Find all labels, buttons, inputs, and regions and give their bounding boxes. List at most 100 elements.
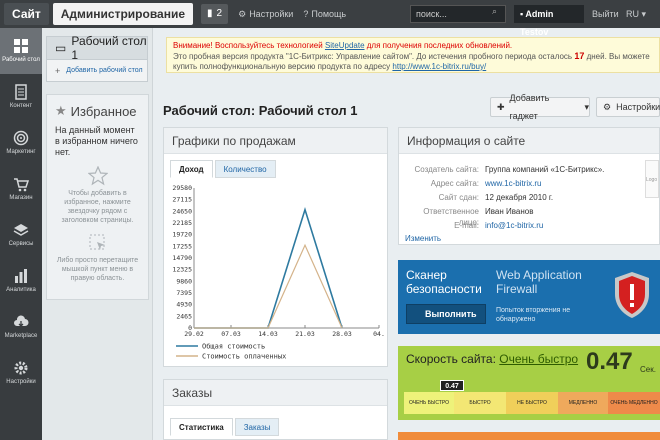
y-tick-label: 17255 (172, 242, 192, 250)
tab-statistics[interactable]: Статистика (170, 418, 233, 436)
settings-link[interactable]: ⚙ Настройки (238, 9, 293, 20)
y-tick-label: 7395 (176, 289, 192, 297)
gear-icon: ⚙ (238, 8, 247, 19)
sidebar-item-label: Аналитика (6, 287, 36, 293)
x-tick-label: 28.03 (332, 330, 352, 338)
info-row: Сайт сдан: 12 декабря 2010 г. (405, 192, 655, 203)
speed-segment: БЫСТРО (454, 392, 506, 414)
document-icon (13, 84, 29, 100)
gadget-title[interactable]: Заказы (164, 380, 387, 406)
info-value: Иван Иванов (485, 207, 534, 216)
sales-line-chart: 0246549307395986012325147901725519720221… (172, 184, 385, 361)
sidebar-item-analytics[interactable]: Аналитика (0, 258, 42, 304)
tab-orders[interactable]: Заказы (234, 418, 280, 436)
speed-label: Скорость сайта: (406, 352, 496, 366)
notice-warning-end: для получения последних обновлений. (366, 41, 513, 50)
plus-circle-icon: ✚ (497, 102, 505, 112)
buy-link[interactable]: http://www.1c-bitrix.ru/buy/ (392, 62, 486, 71)
tab-income[interactable]: Доход (170, 160, 213, 178)
notifications-button[interactable]: ▮ 2 (201, 4, 229, 24)
plus-icon: + (55, 65, 61, 76)
star-icon: ★ (55, 103, 67, 118)
sidebar-item-desktop[interactable]: Рабочий стол (0, 28, 42, 74)
search-icon[interactable]: ⌕ (492, 6, 504, 20)
legend-label: Стоимость оплаченных (202, 353, 286, 361)
site-button[interactable]: Сайт (4, 3, 49, 25)
drag-icon (47, 233, 148, 256)
cart-icon (13, 176, 29, 192)
user-menu[interactable]: ▪ Admin Testov (514, 5, 584, 37)
shield-icon (615, 272, 649, 318)
sidebar-item-settings[interactable]: Настройки (0, 350, 42, 396)
sidebar-item-marketing[interactable]: Маркетинг (0, 120, 42, 166)
desktop-item[interactable]: ▭ Рабочий стол 1 (46, 34, 148, 62)
trial-notice: Внимание! Воспользуйтесь технологией Sit… (166, 37, 660, 73)
speed-status-link[interactable]: Очень быстро (499, 352, 578, 366)
edit-info-link[interactable]: Изменить (405, 234, 441, 243)
speed-value: 0.47 (586, 348, 633, 375)
favorites-hint-star: Чтобы добавить в избранное, нажмите звез… (61, 190, 134, 224)
site-info-gadget: Информация о сайте Создатель сайта: Груп… (398, 127, 660, 245)
y-tick-label: 4930 (176, 301, 192, 309)
target-icon (13, 130, 29, 146)
sidebar-item-store[interactable]: Магазин (0, 166, 42, 212)
monitor-icon: ▭ (55, 41, 67, 55)
language-label: RU (626, 9, 639, 19)
info-label: Адрес сайта: (430, 179, 479, 188)
add-gadget-button[interactable]: ✚ Добавить гаджет ▾ (490, 93, 590, 121)
bar-chart-icon (13, 268, 29, 284)
help-link[interactable]: ? Помощь (303, 9, 346, 19)
y-tick-label: 9860 (176, 277, 192, 285)
admin-button[interactable]: Администрирование (52, 3, 194, 25)
sidebar-item-label: Рабочий стол (2, 57, 40, 63)
info-row: E-mail: info@1c-bitrix.ru (405, 220, 655, 231)
y-tick-label: 27115 (172, 196, 192, 204)
chevron-down-icon: ▾ (584, 102, 589, 112)
settings-link-label: Настройки (249, 9, 294, 19)
x-tick-label: 29.02 (184, 330, 204, 338)
main-sidebar: Рабочий стол Контент Маркетинг Магазин С… (0, 28, 42, 440)
info-row: Ответственное лицо: Иван Иванов (405, 206, 655, 227)
x-tick-label: 14.03 (258, 330, 278, 338)
sidebar-item-marketplace[interactable]: Marketplace (0, 304, 42, 350)
run-scan-button[interactable]: Выполнить (406, 304, 486, 324)
desktop-settings-label: Настройки (616, 102, 660, 112)
cloud-download-icon (13, 314, 29, 330)
email-link[interactable]: info@1c-bitrix.ru (485, 220, 543, 231)
gadget-title[interactable]: Информация о сайте (399, 128, 659, 154)
waf-title: Web Application Firewall (496, 268, 582, 296)
speed-unit: Сек. (640, 365, 656, 374)
series-line-1 (194, 206, 343, 329)
x-tick-label: 04. (373, 330, 385, 338)
favorites-title-text: Избранное (70, 103, 137, 119)
logout-link[interactable]: Выйти (592, 9, 619, 19)
site-logo: Logo (645, 160, 659, 198)
info-value: Группа компаний «1С-Битрикс». (485, 165, 605, 174)
site-address-link[interactable]: www.1c-bitrix.ru (485, 178, 541, 189)
gadget-title[interactable]: Графики по продажам (164, 128, 387, 154)
tab-quantity[interactable]: Количество (214, 160, 276, 178)
trial-days-count: 17 (574, 51, 585, 61)
info-row: Создатель сайта: Группа компаний «1С-Бит… (405, 164, 655, 175)
gear-icon (13, 360, 29, 376)
sidebar-item-label: Сервисы (8, 241, 34, 247)
y-tick-label: 14790 (172, 254, 192, 262)
add-desktop-button[interactable]: + Добавить рабочий стол (46, 60, 148, 82)
siteupdate-link[interactable]: SiteUpdate (325, 41, 365, 50)
gear-icon: ⚙ (603, 102, 612, 112)
y-tick-label: 19720 (172, 231, 192, 239)
language-select[interactable]: RU ▾ (626, 9, 646, 20)
y-tick-label: 2465 (176, 312, 192, 320)
info-label: Создатель сайта: (414, 165, 479, 174)
sales-chart-gadget: Графики по продажам Доход Количество 0 24… (163, 127, 388, 367)
speed-marker: 0.47 (440, 380, 464, 391)
sidebar-item-services[interactable]: Сервисы (0, 212, 42, 258)
notice-warning: Внимание! Воспользуйтесь технологией (173, 41, 323, 50)
sidebar-item-content[interactable]: Контент (0, 74, 42, 120)
desktop-icon (13, 38, 29, 54)
notice-trial-text: Это пробная версия продукта "1С-Битрикс:… (173, 52, 573, 61)
sidebar-item-label: Marketplace (4, 333, 38, 339)
favorites-panel: ▭ Рабочий стол 1 + Добавить рабочий стол… (42, 28, 153, 440)
desktop-settings-button[interactable]: ⚙ Настройки (596, 97, 660, 117)
x-tick-label: 21.03 (295, 330, 315, 338)
